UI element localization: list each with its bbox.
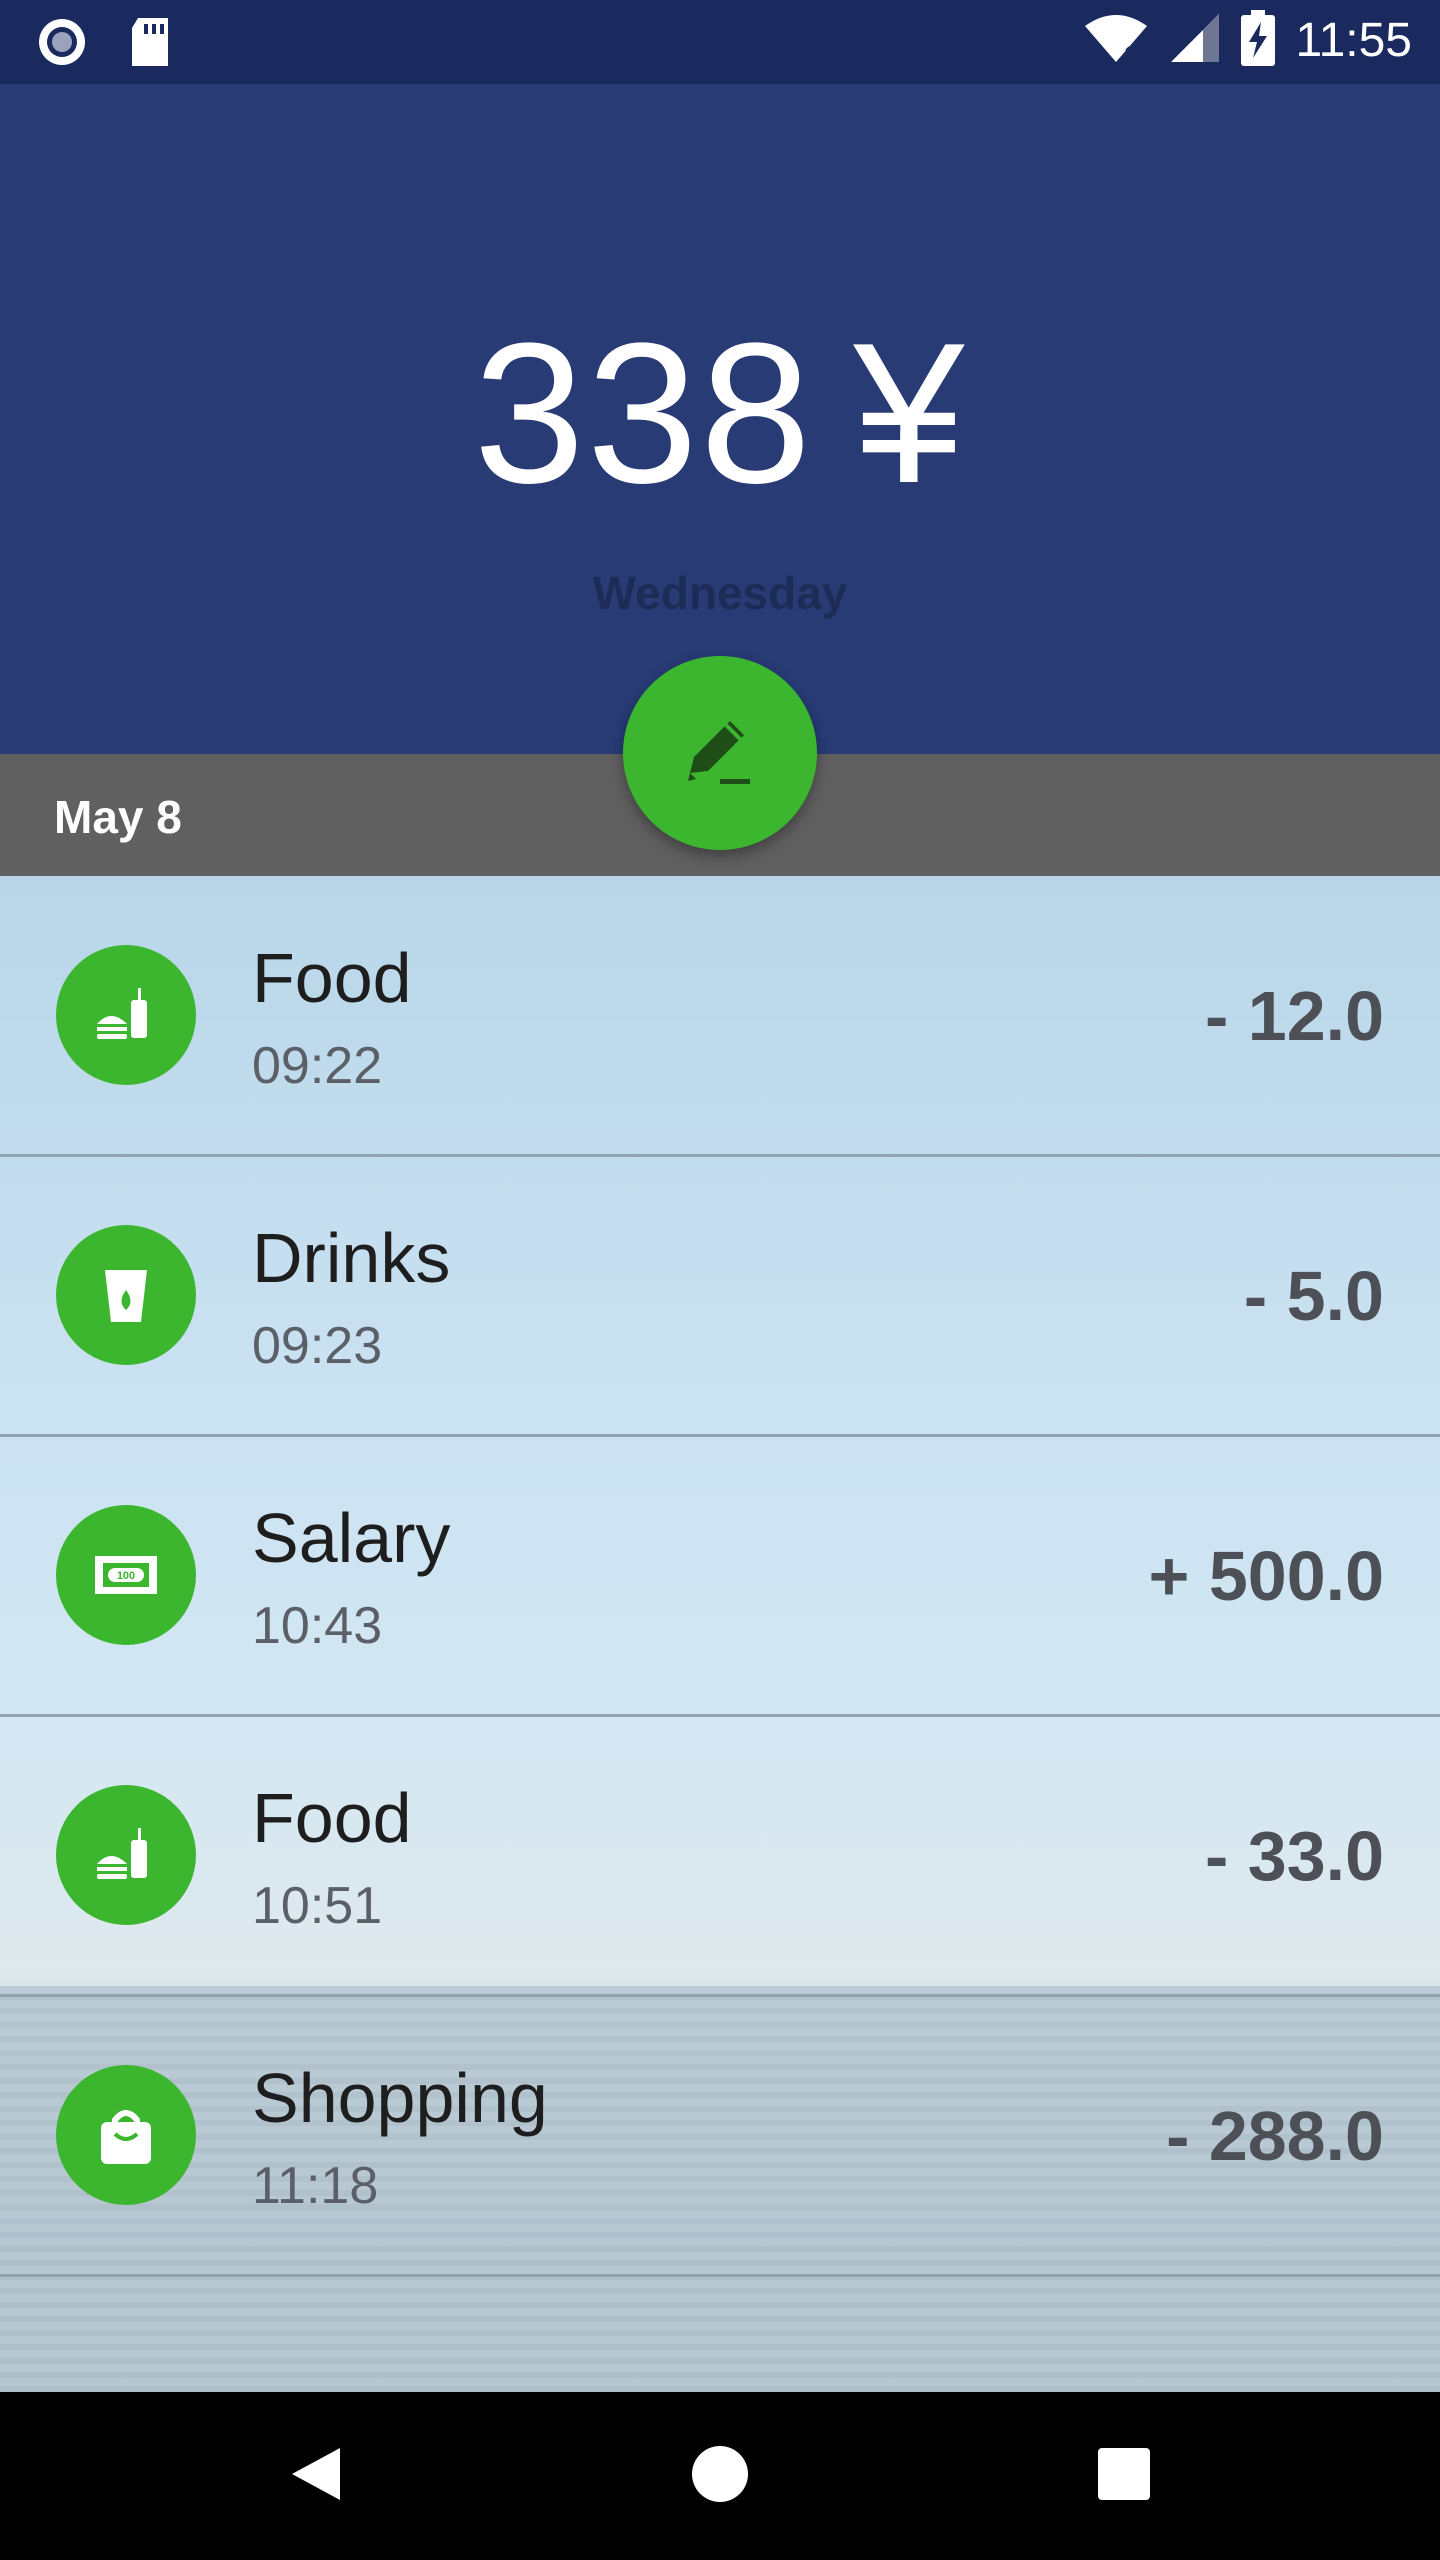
total-balance: 338 ¥ [0,314,1440,514]
transaction-time: 09:22 [252,1037,383,1095]
transaction-category: Food [252,939,412,1017]
transaction-time: 09:23 [252,1317,383,1375]
date-label: May 8 [54,791,182,843]
shopping-bag-icon [56,2065,196,2205]
drink-icon [56,1225,196,1365]
back-button[interactable] [216,2392,416,2560]
back-icon [288,2444,344,2509]
transaction-amount: - 288.0 [1166,2097,1384,2175]
transaction-amount: - 12.0 [1205,977,1384,1055]
transaction-time: 11:18 [252,2157,379,2215]
status-bar: 11:55 [0,0,1440,84]
transaction-amount: + 500.0 [1148,1537,1385,1615]
food-icon [56,1785,196,1925]
transaction-time: 10:51 [252,1877,383,1935]
transaction-category: Food [252,1779,412,1857]
edit-icon [678,709,762,798]
balance-header: 338 ¥ Wednesday [0,84,1440,754]
svg-text:100: 100 [117,1570,135,1582]
navigation-bar [0,2392,1440,2560]
record-icon [36,16,88,73]
sd-card-icon [128,16,172,73]
status-time: 11:55 [1295,14,1412,67]
transaction-row[interactable]: Food 10:51 - 33.0 [0,1716,1440,1997]
money-icon: 100 [56,1505,196,1645]
transaction-row[interactable]: Drinks 09:23 - 5.0 [0,1156,1440,1437]
signal-icon [1169,12,1221,69]
recents-icon [1096,2446,1152,2507]
day-label: Wednesday [592,567,848,619]
transaction-row[interactable]: Shopping 11:18 - 288.0 [0,1996,1440,2277]
home-icon [690,2444,750,2509]
recents-button[interactable] [1024,2392,1224,2560]
transaction-category: Drinks [252,1219,451,1297]
wifi-icon [1083,12,1149,69]
transaction-category: Shopping [252,2059,548,2137]
transaction-amount: - 33.0 [1205,1817,1384,1895]
transaction-list[interactable]: Food 09:22 - 12.0 Drinks 09:23 - 5.0 100… [0,876,1440,2392]
home-button[interactable] [620,2392,820,2560]
transaction-category: Salary [252,1499,451,1577]
transaction-row[interactable]: 100 Salary 10:43 + 500.0 [0,1436,1440,1717]
transaction-amount: - 5.0 [1243,1257,1384,1335]
add-record-button[interactable] [623,656,817,850]
transaction-time: 10:43 [252,1597,383,1655]
battery-charging-icon [1241,10,1276,71]
food-icon [56,945,196,1085]
currency-symbol: ¥ [853,302,967,525]
transaction-row[interactable]: Food 09:22 - 12.0 [0,876,1440,1157]
total-amount: 338 [473,302,814,525]
